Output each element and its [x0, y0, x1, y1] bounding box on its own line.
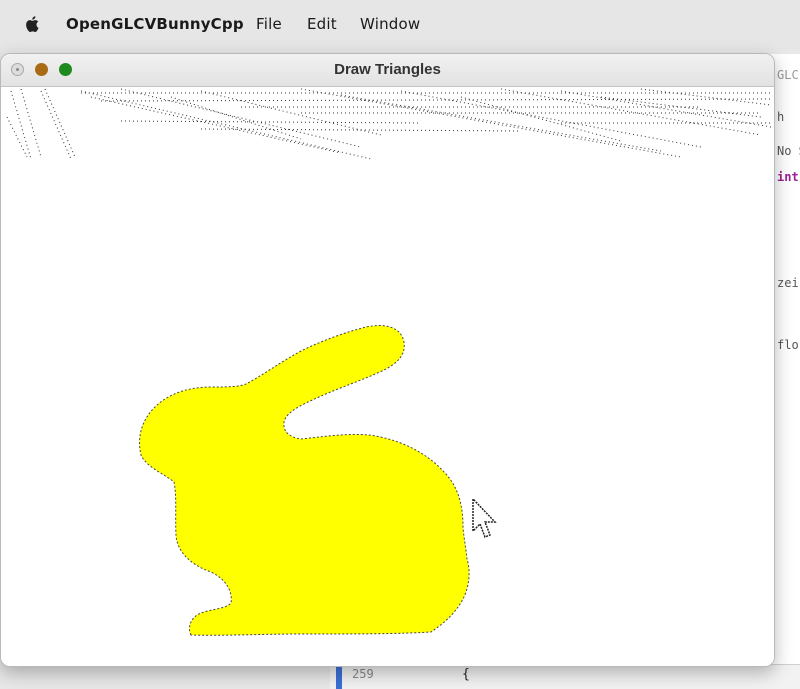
menu-bar: OpenGLCVBunnyCpp File Edit Window [0, 0, 800, 50]
menu-window[interactable]: Window [360, 15, 420, 33]
window-titlebar[interactable]: Draw Triangles [1, 54, 774, 87]
apple-logo-icon[interactable] [24, 14, 42, 34]
bunny-shape [139, 325, 470, 636]
editor-snippet: int [777, 170, 799, 184]
menu-file[interactable]: File [256, 15, 282, 33]
menu-edit[interactable]: Edit [307, 15, 337, 33]
editor-line-number: 259 [352, 667, 374, 681]
editor-snippet: GLC [777, 68, 799, 82]
draw-triangles-window: Draw Triangles [0, 53, 775, 667]
opengl-canvas[interactable] [1, 87, 774, 666]
menu-app-name[interactable]: OpenGLCVBunnyCpp [66, 15, 244, 33]
triangle-noise-pattern [6, 88, 772, 160]
editor-snippet: h [777, 110, 785, 124]
window-title: Draw Triangles [334, 61, 441, 78]
background-editor-code-line: 259 { [330, 664, 800, 689]
editor-gutter-marker [336, 665, 342, 689]
editor-snippet: No S [777, 144, 800, 158]
editor-snippet: zei) [777, 276, 800, 290]
editor-code-fragment: { [462, 667, 470, 682]
editor-snippet: flo [777, 338, 799, 352]
render-surface [6, 88, 772, 636]
mouse-pointer-icon [472, 497, 497, 538]
